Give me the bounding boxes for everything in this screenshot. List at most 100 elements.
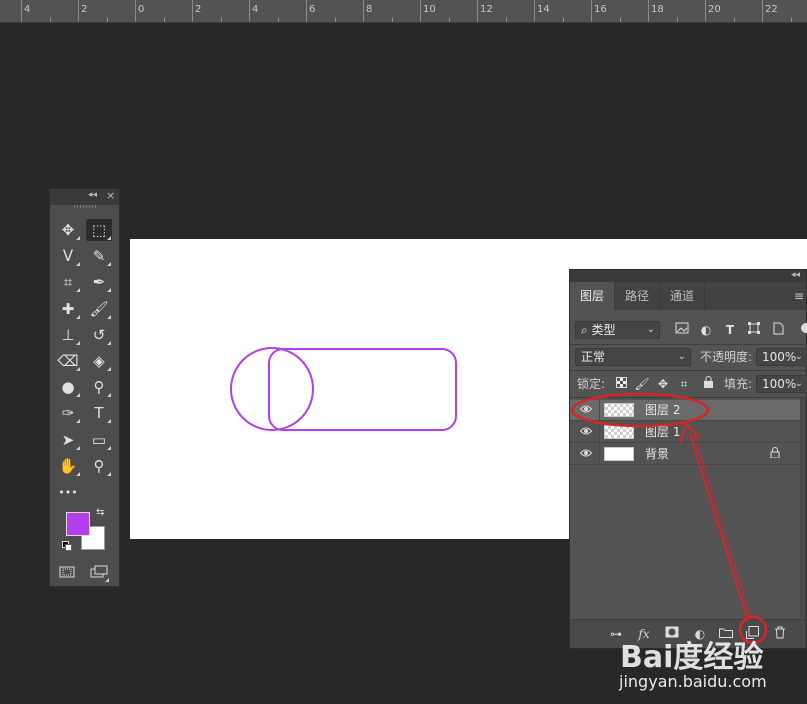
ruler-tick: [106, 17, 108, 22]
lock-transparent-icon[interactable]: [613, 376, 629, 392]
hand-tool[interactable]: ✋: [55, 455, 81, 477]
tools-panel-header[interactable]: ◂◂ ×: [50, 189, 119, 205]
lock-artboard-icon[interactable]: ⌗: [676, 376, 692, 392]
path-select-tool[interactable]: ➤: [55, 429, 81, 451]
crop-tool-icon: ⌗: [63, 273, 73, 292]
close-icon[interactable]: ×: [106, 189, 115, 202]
divider: [570, 397, 807, 398]
path-select-tool-icon: ➤: [61, 430, 75, 449]
ruler-tick: [391, 17, 393, 22]
more-tools[interactable]: •••: [55, 481, 81, 503]
ruler-label: 18: [651, 4, 664, 15]
ruler-tick: [363, 0, 364, 22]
visibility-eye-icon[interactable]: [580, 405, 592, 413]
layer-row[interactable]: 图层 1: [570, 422, 800, 443]
tools-panel[interactable]: ◂◂ × ✥ ⬚ ᐯ ✎ ⌗ ✒ ✚ 🖌 ⊥ ↺ ⌫ ◈ ● ⚲ ✑ T ➤ ▭ ✋ ⚲ ••• ⇆: [49, 188, 120, 587]
filter-toggle-icon[interactable]: [796, 322, 807, 338]
chevron-down-icon: ⌄: [794, 378, 803, 389]
tab-layers[interactable]: 图层: [570, 282, 616, 310]
layers-scrollbar[interactable]: [800, 398, 806, 620]
circle-shape: [230, 347, 314, 431]
panel-menu-icon[interactable]: ≡: [794, 289, 804, 303]
smart-object-filter-icon[interactable]: [770, 322, 786, 338]
collapse-arrows-icon[interactable]: ◂◂: [791, 270, 800, 280]
default-colors-icon[interactable]: [62, 541, 72, 551]
brush-tool[interactable]: 🖌: [86, 298, 112, 320]
lock-position-icon[interactable]: ✥: [655, 376, 671, 392]
paint-bucket-tool-icon: ◈: [93, 352, 105, 370]
move-tool[interactable]: ✥: [55, 219, 81, 241]
fill-input[interactable]: 100% ⌄: [756, 375, 807, 393]
layers-panel[interactable]: ◂◂ 图层 路径 通道 ≡ ⌕ 类型 ⌄ ◐ T 正常 ⌄ 不透明度: 100%…: [569, 269, 807, 649]
rect-marquee-tool[interactable]: ⬚: [86, 219, 112, 241]
healing-brush-tool[interactable]: ✚: [55, 298, 81, 320]
layer-name: 图层 2: [645, 403, 681, 417]
lasso-tool[interactable]: ᐯ: [55, 245, 81, 267]
pen-tool[interactable]: ✑: [55, 402, 81, 424]
swap-colors-icon[interactable]: ⇆: [96, 507, 104, 518]
layer-row[interactable]: 图层 2: [570, 400, 800, 421]
visibility-eye-icon[interactable]: [580, 449, 592, 457]
ruler-tick: [78, 0, 79, 22]
chevron-down-icon: ⌄: [646, 324, 655, 335]
ruler-tick: [591, 0, 592, 22]
ruler-tick: [192, 0, 193, 22]
shape-filter-icon[interactable]: [746, 322, 762, 338]
blur-tool[interactable]: ●: [55, 376, 81, 398]
history-brush-tool[interactable]: ↺: [86, 324, 112, 346]
layer-filter-select[interactable]: ⌕ 类型 ⌄: [575, 321, 660, 339]
blur-tool-icon: ●: [61, 378, 75, 397]
ruler-tick: [562, 17, 564, 22]
ruler-tick: [49, 17, 51, 22]
layer-row[interactable]: 背景: [570, 444, 800, 465]
grip-handle[interactable]: [74, 205, 96, 208]
clone-stamp-tool-icon: ⊥: [61, 325, 75, 344]
layer-thumbnail: [604, 403, 634, 417]
crop-tool[interactable]: ⌗: [55, 271, 81, 293]
ruler-tick: [790, 17, 792, 22]
collapse-arrows-icon[interactable]: ◂◂: [88, 190, 97, 200]
layer-thumbnail: [604, 447, 634, 461]
rectangle-tool[interactable]: ▭: [86, 429, 112, 451]
layers-panel-titlebar[interactable]: ◂◂: [570, 270, 806, 282]
ruler-tick: [534, 0, 535, 22]
lock-all-icon[interactable]: [700, 376, 716, 392]
ruler-label: 4: [24, 4, 31, 15]
filter-kind-value: 类型: [591, 323, 616, 337]
lock-pixels-icon[interactable]: 🖌: [634, 376, 650, 392]
type-tool-icon: T: [94, 404, 104, 423]
blend-mode-select[interactable]: 正常 ⌄: [575, 348, 691, 366]
dodge-tool[interactable]: ⚲: [86, 376, 112, 398]
ruler-tick: [648, 0, 649, 22]
pen-tool-icon: ✑: [61, 404, 75, 423]
watermark-url: jingyan.baidu.com: [619, 672, 767, 691]
eraser-tool[interactable]: ⌫: [55, 350, 81, 372]
paint-bucket-tool[interactable]: ◈: [86, 350, 112, 372]
quick-mask-icon[interactable]: [56, 561, 78, 583]
opacity-input[interactable]: 100% ⌄: [756, 348, 807, 366]
screen-mode-icon[interactable]: [88, 561, 110, 583]
ruler-tick: [21, 0, 22, 22]
foreground-color-swatch[interactable]: [66, 512, 90, 536]
adjustment-filter-icon[interactable]: ◐: [698, 322, 714, 338]
tab-channels[interactable]: 通道: [660, 282, 706, 310]
layer-name: 图层 1: [645, 425, 681, 439]
more-tools-icon: •••: [58, 485, 78, 499]
pixel-filter-icon[interactable]: [674, 322, 690, 338]
visibility-eye-icon[interactable]: [580, 427, 592, 435]
ruler-tick: [733, 17, 735, 22]
search-icon: ⌕: [581, 323, 592, 337]
ruler-label: 2: [195, 4, 202, 15]
horizontal-ruler[interactable]: 4 2 0 2 4 6 8 10 12 14 16 18 20 22: [0, 0, 807, 23]
zoom-tool[interactable]: ⚲: [86, 455, 112, 477]
clone-stamp-tool[interactable]: ⊥: [55, 324, 81, 346]
eyedropper-tool[interactable]: ✒: [86, 271, 112, 293]
ruler-label: 12: [480, 4, 493, 15]
type-tool[interactable]: T: [86, 402, 112, 424]
quick-select-tool[interactable]: ✎: [86, 245, 112, 267]
dodge-tool-icon: ⚲: [93, 378, 105, 397]
ruler-label: 6: [309, 4, 316, 15]
type-filter-icon[interactable]: T: [722, 322, 738, 338]
ruler-tick: [220, 17, 222, 22]
tab-paths[interactable]: 路径: [615, 282, 661, 310]
